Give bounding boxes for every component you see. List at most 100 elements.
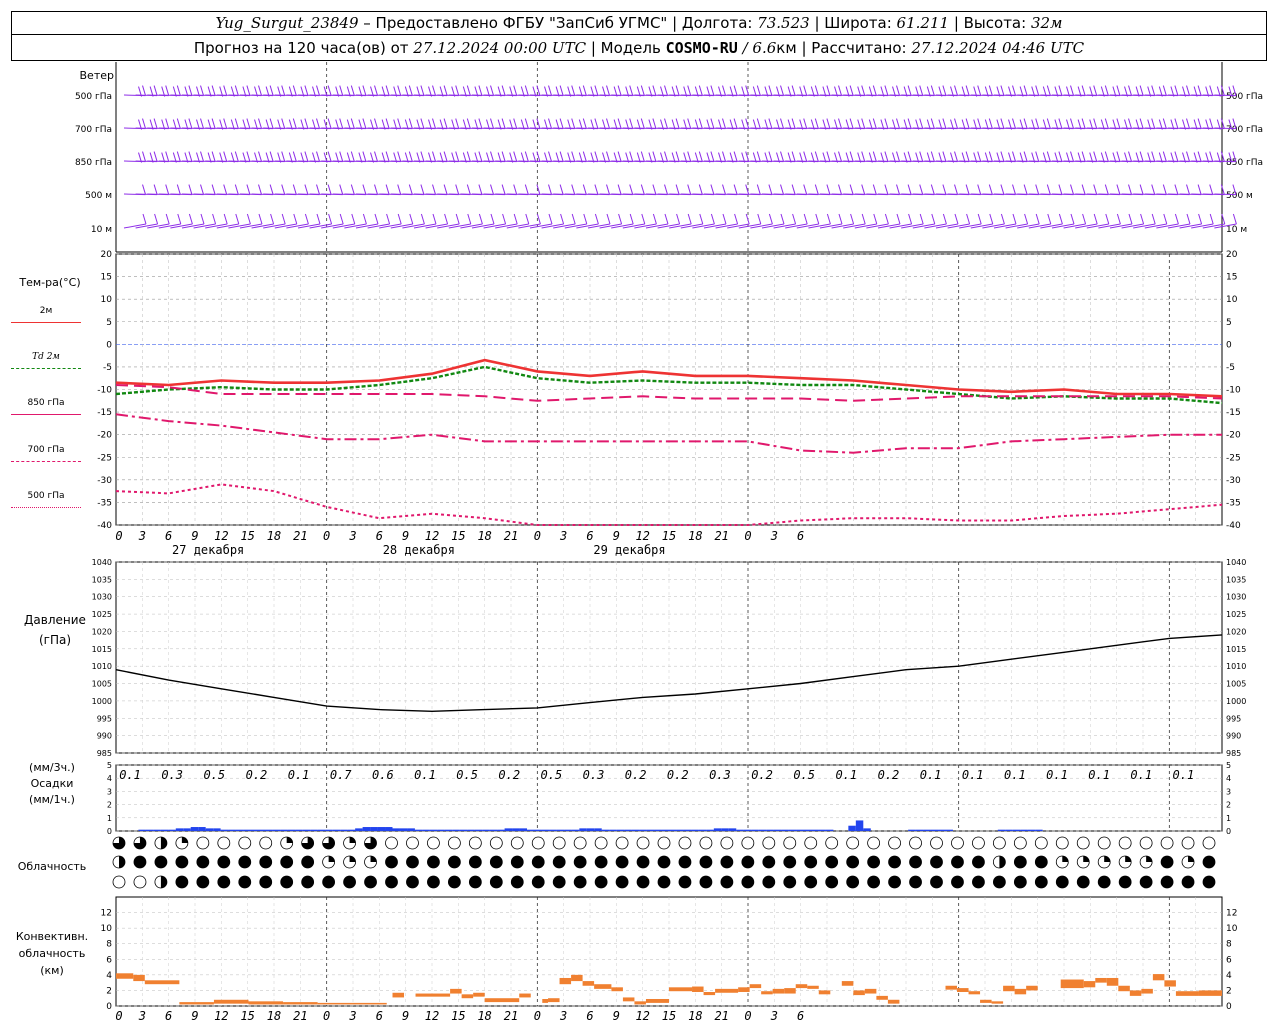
wind-barb-feather: [954, 85, 958, 96]
conv-bar: [1095, 977, 1107, 983]
hour-tick-label: 0: [534, 529, 541, 543]
hour-tick-label: 15: [240, 529, 254, 543]
wind-barb-feather: [513, 213, 518, 225]
wind-barb-feather: [629, 118, 634, 129]
conv-bar: [645, 998, 669, 1003]
wind-barb-feather: [803, 85, 808, 96]
cloud-symbol: [510, 836, 524, 850]
precip-bar: [467, 829, 475, 831]
wind-barb-feather: [176, 118, 181, 129]
cloud-symbol: [992, 836, 1006, 850]
cloud-symbol: [175, 855, 189, 869]
temp-ytick-left: 20: [101, 250, 113, 260]
conv-bar: [248, 1001, 284, 1005]
precip-bar: [631, 829, 640, 831]
wind-barb-feather: [768, 184, 773, 195]
wind-barb-feather: [1104, 184, 1109, 195]
cloud-symbol: [762, 855, 776, 869]
wind-barb-feather: [339, 151, 344, 162]
cloud-symbol: [1013, 836, 1027, 850]
conv-ytick-right: 6: [1226, 955, 1232, 965]
wind-barb-feather: [710, 118, 715, 129]
wind-barb-feather: [548, 184, 552, 195]
wind-barb-feather: [281, 151, 286, 162]
cloud-symbol: [804, 836, 818, 850]
precip-bar: [205, 828, 214, 831]
wind-level-left-label: 850 гПа: [75, 158, 112, 168]
wind-barb-feather: [1000, 151, 1005, 162]
precip-bar: [571, 829, 580, 831]
wind-barb-staff: [147, 223, 170, 229]
wind-barb-feather: [640, 85, 645, 96]
cloud-symbol: [846, 875, 860, 889]
precip-3h-label: 0.3: [583, 768, 605, 782]
precip-bar: [459, 829, 468, 831]
conv-bar: [450, 988, 462, 994]
cloud-symbol-fill: [349, 837, 356, 843]
conv-hour-tick-label: 18: [267, 1009, 281, 1023]
wind-barb-feather: [246, 118, 251, 129]
precip-bar: [429, 829, 438, 831]
wind-barb-feather: [989, 213, 994, 225]
cloud-symbol: [720, 836, 734, 850]
precip-bar: [788, 829, 797, 831]
cloud-symbol: [489, 875, 503, 889]
cloud-symbol: [531, 836, 545, 850]
cloud-symbol: [783, 875, 797, 889]
wind-barb-feather: [919, 85, 924, 96]
precip-ytick-right: 4: [1226, 774, 1231, 783]
precip-3h-label: 0.3: [161, 768, 183, 782]
cloud-symbol: [1202, 836, 1216, 850]
wind-barb-feather: [687, 85, 692, 96]
cloud-symbol: [238, 836, 252, 850]
wind-barb-staff: [425, 223, 448, 229]
wind-barb-feather: [374, 85, 378, 96]
wind-barb-feather: [699, 213, 704, 225]
wind-barb-staff: [1214, 160, 1236, 163]
cloud-symbol: [846, 836, 860, 850]
precip-bar: [362, 827, 371, 831]
conv-hour-tick-label: 3: [770, 1009, 778, 1023]
cloud-symbol-fill: [160, 837, 167, 850]
wind-barb-feather: [582, 118, 587, 129]
cloud-symbol: [972, 875, 985, 889]
wind-barb-feather: [1209, 85, 1214, 96]
conv-bar: [484, 998, 520, 1003]
temp-ytick-right: 20: [1226, 250, 1238, 260]
cloud-symbol: [720, 855, 734, 869]
precip-bar: [923, 829, 931, 831]
cloud-symbol: [636, 836, 650, 850]
temp-ytick-right: -25: [1226, 453, 1241, 463]
wind-barb-feather: [675, 118, 680, 129]
cloud-symbol: [867, 855, 881, 869]
wind-barb-feather: [710, 184, 715, 195]
conv-hour-tick-label: 0: [115, 1009, 122, 1023]
wind-barb-staff: [263, 223, 286, 229]
conv-bar: [473, 992, 485, 997]
wind-barb-feather: [432, 213, 437, 225]
wind-barb-feather: [582, 85, 587, 96]
wind-barb-feather: [1012, 213, 1017, 225]
wind-barb-feather: [443, 151, 448, 162]
precip-bar: [601, 829, 610, 831]
cloud-symbol: [510, 875, 524, 889]
wind-barb-feather: [408, 85, 413, 96]
wind-barb-feather: [907, 85, 912, 96]
wind-barb-feather: [1081, 118, 1086, 129]
wind-barb-feather: [304, 184, 309, 195]
wind-barb-feather: [791, 184, 796, 195]
wind-barb-feather: [490, 151, 494, 162]
wind-barb-feather: [954, 118, 958, 129]
wind-barb-feather: [757, 213, 762, 225]
precip-bar: [624, 829, 632, 831]
wind-barb-feather: [756, 118, 761, 129]
date-label: 28 декабря: [383, 543, 455, 557]
wind-barb-feather: [896, 184, 900, 195]
wind-barb-staff: [866, 223, 889, 229]
cloud-symbol: [468, 875, 482, 889]
conv-bar: [968, 991, 981, 995]
precip-bar: [669, 829, 677, 831]
precip-bar: [1027, 829, 1036, 831]
precip-bar: [504, 828, 513, 831]
wind-barb-feather: [524, 151, 529, 162]
